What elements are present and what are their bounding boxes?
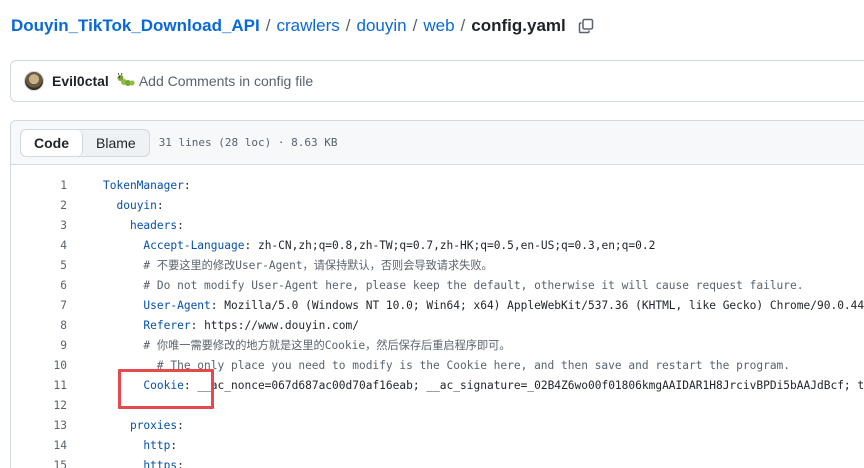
line-content: # Do not modify User-Agent here, please … [103,278,804,292]
line-number[interactable]: 6 [11,279,67,292]
code-comment: # Do not modify User-Agent here, please … [143,278,804,292]
code-key: User-Agent [143,298,211,312]
code-line: 9 # 你唯一需要修改的地方就是这里的Cookie，然后保存后重启程序即可。 [11,335,864,355]
breadcrumb-crawlers-link[interactable]: crawlers [276,16,339,36]
commit-author[interactable]: Evil0ctal [52,73,109,89]
tab-code[interactable]: Code [21,129,83,156]
code-line: 14 http: [11,435,864,455]
line-content: Referer: https://www.douyin.com/ [143,318,359,332]
code-line: 12 [11,395,864,415]
code-line: 4 Accept-Language: zh-CN,zh;q=0.8,zh-TW;… [11,235,864,255]
line-number[interactable]: 3 [11,219,67,232]
code-line: 8 Referer: https://www.douyin.com/ [11,315,864,335]
breadcrumb-douyin-link[interactable]: douyin [357,16,407,36]
line-number[interactable]: 10 [11,359,67,372]
breadcrumb: Douyin_TikTok_Download_API / crawlers / … [11,14,595,38]
line-content: # The only place you need to modify is t… [103,359,790,372]
code-line: 5 # 不要这里的修改User-Agent，请保持默认，否则会导致请求失败。 [11,255,864,275]
line-content: TokenManager: [103,178,191,192]
line-content: douyin: [116,198,164,212]
avatar[interactable] [24,71,44,91]
code-value: zh-CN,zh;q=0.8,zh-TW;q=0.7,zh-HK;q=0.5,e… [257,238,656,252]
code-line: 11 Cookie: __ac_nonce=067d687ac00d70af16… [11,375,864,395]
breadcrumb-separator: / [345,16,351,35]
code-value: https://www.douyin.com/ [204,318,359,332]
breadcrumb-separator: / [412,16,418,35]
code-line: 2 douyin: [11,195,864,215]
view-toggle: Code Blame [20,128,150,157]
line-number[interactable]: 15 [11,459,67,468]
code-key: Cookie [143,378,184,392]
commit-message[interactable]: Add Comments in config file [139,73,313,89]
code-comment: # 不要这里的修改User-Agent，请保持默认，否则会导致请求失败。 [143,259,493,272]
line-content: https: [103,458,183,468]
code-line: 1 TokenManager: [11,175,864,195]
breadcrumb-separator: / [460,16,466,35]
line-number[interactable]: 4 [11,239,67,252]
line-number[interactable]: 7 [11,299,67,312]
file-info: 31 lines (28 loc) · 8.63 KB [158,136,338,149]
line-content: User-Agent: Mozilla/5.0 (Windows NT 10.0… [103,299,864,312]
breadcrumb-repo-link[interactable]: Douyin_TikTok_Download_API [11,16,260,36]
line-number[interactable]: 14 [11,439,67,452]
line-content: Accept-Language: zh-CN,zh;q=0.8,zh-TW;q=… [143,238,656,252]
line-content: proxies: [129,418,184,432]
line-number[interactable]: 13 [11,419,67,432]
line-content: headers: [129,218,184,232]
breadcrumb-web-link[interactable]: web [423,16,454,36]
latest-commit-bar: Evil0ctal Add Comments in config file [10,60,864,102]
code-line: 3 headers: [11,215,864,235]
line-content: http: [143,438,178,452]
breadcrumb-file-name: config.yaml [471,16,566,35]
file-viewer: Code Blame 31 lines (28 loc) · 8.63 KB 1… [10,120,864,468]
code-key: TokenManager [103,178,184,192]
file-header: Code Blame 31 lines (28 loc) · 8.63 KB [11,121,864,165]
line-number[interactable]: 12 [11,399,67,412]
copy-icon [578,18,593,34]
copy-path-button[interactable] [577,17,595,35]
line-number[interactable]: 11 [11,379,67,392]
code-key: https [143,458,178,468]
code-line: 7 User-Agent: Mozilla/5.0 (Windows NT 10… [11,295,864,315]
code-line: 13 proxies: [11,415,864,435]
line-number[interactable]: 2 [11,199,67,212]
code-comment: # The only place you need to modify is t… [156,358,791,372]
code-value: Mozilla/5.0 (Windows NT 10.0; Win64; x64… [224,298,864,312]
line-number[interactable]: 1 [11,179,67,192]
line-number[interactable]: 9 [11,339,67,352]
code-view: 1 TokenManager: 2 douyin: 3 headers: 4 Accep… [11,175,864,468]
code-key: douyin [116,198,157,212]
code-value: __ac_nonce=067d687ac00d70af16eab; __ac_s… [197,378,864,392]
line-content: # 你唯一需要修改的地方就是这里的Cookie，然后保存后重启程序即可。 [103,337,511,353]
code-key: http [143,438,171,452]
code-key: proxies [129,418,178,432]
line-number[interactable]: 8 [11,319,67,332]
code-line: 10 # The only place you need to modify i… [11,355,864,375]
breadcrumb-separator: / [265,16,271,35]
code-key: headers [129,218,178,232]
code-key: Accept-Language [143,238,245,252]
code-line: 6 # Do not modify User-Agent here, pleas… [11,275,864,295]
caterpillar-icon [117,73,135,89]
line-content: Cookie: __ac_nonce=067d687ac00d70af16eab… [103,379,864,392]
line-number[interactable]: 5 [11,259,67,272]
line-content: # 不要这里的修改User-Agent，请保持默认，否则会导致请求失败。 [103,257,493,273]
code-key: Referer [143,318,191,332]
tab-blame[interactable]: Blame [83,130,149,156]
code-line: 15 https: [11,455,864,468]
code-comment: # 你唯一需要修改的地方就是这里的Cookie，然后保存后重启程序即可。 [143,339,511,352]
